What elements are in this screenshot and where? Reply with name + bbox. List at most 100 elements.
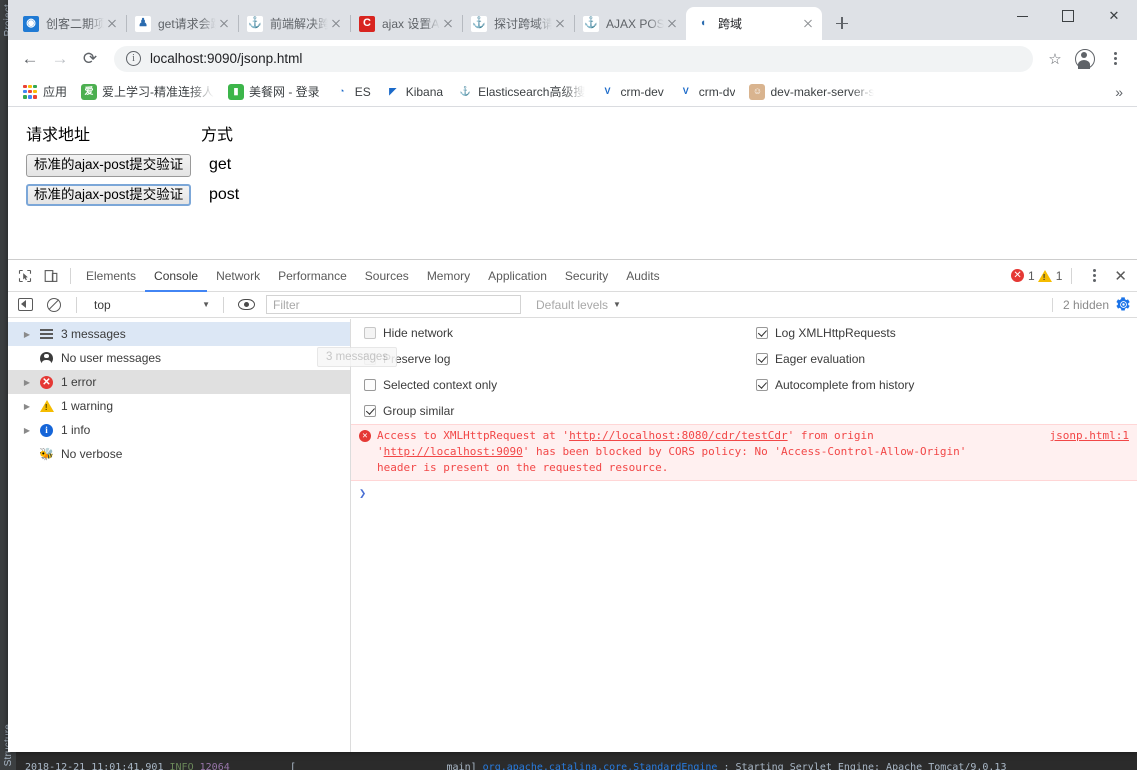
console-sidebar-toggle-button[interactable] <box>12 292 38 318</box>
bookmark-item[interactable]: ◔ ES <box>328 81 377 103</box>
devtools-tab-security[interactable]: Security <box>556 260 617 292</box>
devtools-tab-performance[interactable]: Performance <box>269 260 356 292</box>
browser-tab[interactable]: ⚓ AJAX POST <box>574 7 686 40</box>
devtools-tab-console[interactable]: Console <box>145 260 207 292</box>
browser-tab[interactable]: ♟ get请求会跳 <box>126 7 238 40</box>
submit-button[interactable]: 标准的ajax-post提交验证 <box>26 183 192 207</box>
kebab-icon <box>1104 51 1126 66</box>
error-url-2[interactable]: http://localhost:9090 <box>384 445 523 458</box>
browser-tab[interactable]: ⚓ 探讨跨域请 <box>462 7 574 40</box>
tab-close-icon[interactable] <box>440 16 456 32</box>
browser-tab[interactable]: Cajax 设置Ac <box>350 7 462 40</box>
tab-close-icon[interactable] <box>104 16 120 32</box>
expand-arrow-icon[interactable]: ▶ <box>22 426 32 435</box>
gear-icon[interactable] <box>1116 297 1131 312</box>
back-button[interactable]: ← <box>16 45 44 73</box>
console-setting-row[interactable]: Preserve log <box>364 352 756 366</box>
devtools-tab-memory[interactable]: Memory <box>418 260 479 292</box>
console-sidebar-item[interactable]: ▶! 1 warning <box>8 394 350 418</box>
log-levels-select[interactable]: Default levels ▼ <box>536 298 621 312</box>
error-count-badge[interactable]: ✕ 1 <box>1011 269 1035 283</box>
bookmark-item[interactable]: ☺ dev-maker-server-s <box>743 81 880 103</box>
elastic-icon: ◔ <box>333 83 350 100</box>
devtools-more-menu-button[interactable] <box>1081 263 1107 289</box>
devtools-tab-sources[interactable]: Sources <box>356 260 418 292</box>
tab-close-icon[interactable] <box>328 16 344 32</box>
request-row: 标准的ajax-post提交验证 get <box>26 154 1119 177</box>
browser-tab[interactable]: ⚓ 前端解决跨 <box>238 7 350 40</box>
console-filter-input[interactable]: Filter <box>266 295 521 314</box>
forward-button[interactable]: → <box>46 45 74 73</box>
error-icon: ✕ <box>40 375 53 389</box>
console-setting-label: Selected context only <box>383 378 498 392</box>
live-expression-button[interactable] <box>233 292 259 318</box>
console-setting-row[interactable]: Group similar <box>364 404 756 418</box>
console-error-source-link[interactable]: jsonp.html:1 <box>1050 429 1129 442</box>
bookmark-item[interactable]: 爱爱上学习-精准连接人 <box>75 80 220 103</box>
warning-count-badge[interactable]: ! 1 <box>1037 269 1062 283</box>
bookmark-item[interactable]: ◤ Kibana <box>379 81 449 103</box>
address-bar[interactable]: i localhost:9090/jsonp.html <box>114 45 1033 72</box>
expand-arrow-icon[interactable]: ▶ <box>22 402 32 411</box>
console-setting-row[interactable]: Eager evaluation <box>756 352 914 366</box>
console-sidebar-item[interactable]: ▶ 3 messages <box>8 322 350 346</box>
submit-button[interactable]: 标准的ajax-post提交验证 <box>26 154 192 177</box>
site-info-icon[interactable]: i <box>126 51 141 66</box>
console-sidebar-item[interactable]: ▶🐝No verbose <box>8 442 350 466</box>
tab-close-icon[interactable] <box>216 16 232 32</box>
console-sidebar-item[interactable]: ▶ i 1 info <box>8 418 350 442</box>
console-prompt-row[interactable]: ❯ <box>351 481 1137 505</box>
console-error-entry[interactable]: ✕ Access to XMLHttpRequest at 'http://lo… <box>351 424 1137 482</box>
checkbox-icon[interactable] <box>364 405 376 417</box>
minimize-button[interactable] <box>999 0 1045 32</box>
browser-tab[interactable]: ◖ 跨域 <box>686 7 822 40</box>
devtools-close-button[interactable]: ✕ <box>1110 267 1131 285</box>
tab-close-icon[interactable] <box>800 16 816 32</box>
console-sidebar-item[interactable]: ▶No user messages <box>8 346 350 370</box>
new-tab-button[interactable] <box>828 9 856 37</box>
bookmark-item[interactable]: Vcrm-dv <box>672 81 742 103</box>
execution-context-select[interactable]: top ▼ <box>86 295 214 314</box>
console-setting-row[interactable]: Selected context only <box>364 378 756 392</box>
expand-arrow-icon[interactable]: ▶ <box>22 378 32 387</box>
bookmark-star-icon[interactable]: ☆ <box>1041 45 1069 73</box>
close-window-button[interactable]: ✕ <box>1091 0 1137 32</box>
bookmark-label: Elasticsearch高级搜 <box>478 85 586 99</box>
checkbox-icon[interactable] <box>756 353 768 365</box>
reload-button[interactable]: ⟳ <box>76 45 104 73</box>
bookmark-item[interactable]: 应用 <box>16 80 73 103</box>
console-error-text: Access to XMLHttpRequest at 'http://loca… <box>377 428 1131 476</box>
request-button-cell: 标准的ajax-post提交验证 <box>26 183 201 207</box>
inspect-element-icon[interactable] <box>12 263 38 289</box>
tab-close-icon[interactable] <box>552 16 568 32</box>
checkbox-icon[interactable] <box>364 379 376 391</box>
console-setting-row[interactable]: Log XMLHttpRequests <box>756 326 914 340</box>
bookmarks-overflow-button[interactable]: » <box>1109 84 1129 100</box>
bookmark-item[interactable]: Vcrm-dev <box>593 81 669 103</box>
bookmark-item[interactable]: ⚓ Elasticsearch高级搜 <box>451 80 591 103</box>
devtools-tab-elements[interactable]: Elements <box>77 260 145 292</box>
devtools-tab-network[interactable]: Network <box>207 260 269 292</box>
tab-close-icon[interactable] <box>664 16 680 32</box>
checkbox-icon[interactable] <box>756 379 768 391</box>
devtools-tab-audits[interactable]: Audits <box>617 260 668 292</box>
browser-tab[interactable]: ◉ 创客二期项 <box>14 7 126 40</box>
chrome-menu-button[interactable] <box>1101 45 1129 73</box>
toggle-device-toolbar-icon[interactable] <box>38 263 64 289</box>
checkbox-icon[interactable] <box>756 327 768 339</box>
clear-console-button[interactable] <box>41 292 67 318</box>
error-count-value: 1 <box>1028 268 1035 283</box>
profile-avatar-button[interactable] <box>1071 45 1099 73</box>
toolbar-right-actions: ☆ <box>1041 45 1129 73</box>
console-setting-row[interactable]: Hide network <box>364 326 756 340</box>
hidden-messages-count[interactable]: 2 hidden <box>1051 297 1109 312</box>
expand-arrow-icon[interactable]: ▶ <box>22 330 32 339</box>
maximize-button[interactable] <box>1045 0 1091 32</box>
bookmark-item[interactable]: ▮ 美餐网 - 登录 <box>222 80 326 103</box>
console-sidebar-item[interactable]: ▶ ✕ 1 error <box>8 370 350 394</box>
devtools-tab-application[interactable]: Application <box>479 260 556 292</box>
error-url-1[interactable]: http://localhost:8080/cdr/testCdr <box>569 429 788 442</box>
checkbox-icon[interactable] <box>364 327 376 339</box>
console-setting-row[interactable]: Autocomplete from history <box>756 378 914 392</box>
console-settings-right-column: Log XMLHttpRequests Eager evaluation Autoc… <box>756 326 914 418</box>
